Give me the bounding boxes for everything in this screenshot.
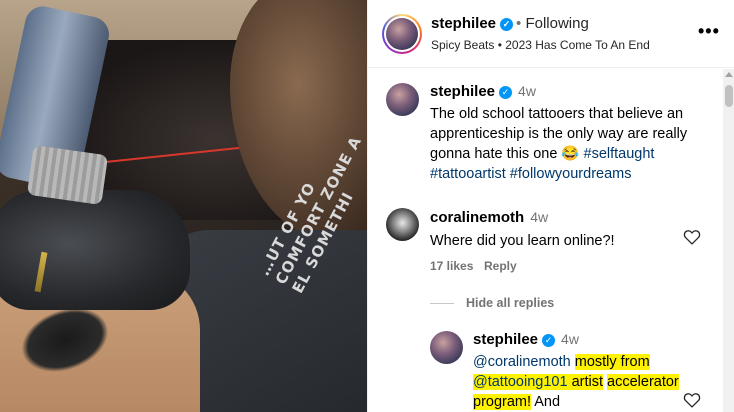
author-username[interactable]: stephilee: [431, 15, 496, 32]
reply-button[interactable]: Reply: [484, 259, 517, 273]
reply-block: stephilee ✓ 4w @coralinemoth mostly from @…: [473, 331, 688, 412]
comments-panel: stephilee ✓ • Following Spicy Beats • 202…: [367, 0, 734, 412]
comments-list: stephilee ✓ 4w The old school tattooers th…: [368, 69, 723, 412]
reply-avatar[interactable]: [430, 331, 463, 364]
caption-avatar[interactable]: [386, 83, 419, 116]
mention-link[interactable]: @coralinemoth: [473, 354, 571, 370]
like-count[interactable]: 17 likes: [430, 259, 473, 273]
replies-divider: [430, 303, 454, 305]
following-button[interactable]: Following: [525, 15, 588, 32]
like-heart-icon[interactable]: [683, 392, 701, 408]
caption-block: stephilee ✓ 4w The old school tattooers th…: [430, 83, 710, 184]
comment-block: coralinemoth 4w Where did you learn onlin…: [430, 209, 680, 251]
reply-username[interactable]: stephilee: [473, 331, 538, 348]
highlighted-text: mostly from: [574, 354, 650, 370]
author-avatar[interactable]: [382, 14, 422, 54]
scroll-thumb[interactable]: [725, 85, 733, 107]
header-separator: •: [516, 15, 522, 32]
mention-link[interactable]: @tattooing101: [473, 374, 568, 390]
reply-time[interactable]: 4w: [561, 331, 579, 347]
gloved-hand: [0, 190, 190, 310]
avatar-image: [386, 18, 418, 50]
more-options-icon[interactable]: •••: [698, 22, 720, 40]
comment-time[interactable]: 4w: [530, 209, 548, 225]
laughing-emoji-icon: 😂: [561, 146, 580, 162]
hashtag-link[interactable]: #selftaught: [584, 146, 655, 162]
post-media[interactable]: …UT OF YO COMFORT ZONE A EL SOMETHI: [0, 0, 367, 412]
hashtag-link[interactable]: #followyourdreams: [510, 166, 632, 182]
reply-text: @coralinemoth mostly from @tattooing101 …: [473, 352, 688, 412]
verified-badge-icon: ✓: [542, 334, 556, 347]
hashtag-link[interactable]: #tattooartist: [430, 166, 506, 182]
comment-text: Where did you learn online?!: [430, 233, 615, 249]
verified-badge-icon: ✓: [499, 86, 513, 99]
caption-time[interactable]: 4w: [518, 83, 536, 99]
caption-username[interactable]: stephilee: [430, 83, 495, 100]
comment-username[interactable]: coralinemoth: [430, 209, 524, 226]
reply-trailing-text: And: [534, 394, 561, 410]
comment-avatar[interactable]: [386, 208, 419, 241]
like-heart-icon[interactable]: [683, 229, 701, 245]
scroll-up-arrow-icon[interactable]: [725, 72, 733, 77]
caption-text: The old school tattooers that believe an…: [430, 106, 688, 182]
hide-replies-button[interactable]: Hide all replies: [430, 296, 554, 310]
comments-scrollbar[interactable]: [723, 69, 734, 412]
verified-badge-icon: ✓: [500, 18, 514, 31]
machine-grip: [26, 145, 109, 205]
post-header: stephilee ✓ • Following Spicy Beats • 202…: [368, 0, 734, 68]
audio-link[interactable]: Spicy Beats • 2023 Has Come To An End: [431, 38, 650, 52]
highlighted-text: artist: [571, 374, 603, 390]
